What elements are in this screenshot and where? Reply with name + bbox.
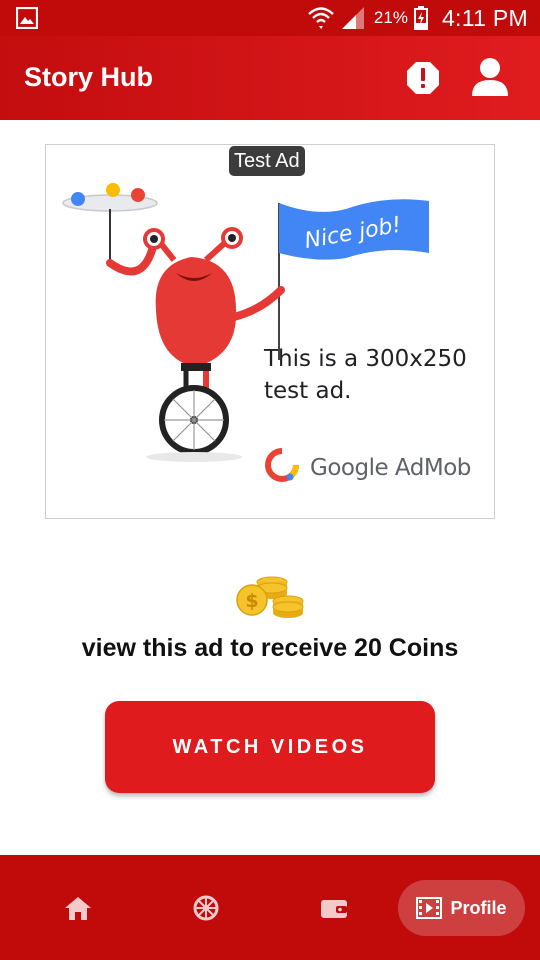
nav-profile-label: Profile (450, 897, 507, 918)
bottom-navigation: Profile (0, 855, 540, 960)
clock: 4:11 PM (441, 4, 528, 31)
ad-brand-name: Google AdMob (310, 455, 471, 481)
status-indicators: 21% 4:11 PM (308, 0, 528, 36)
nav-home[interactable] (40, 855, 116, 960)
test-ad-banner[interactable]: Nice job! Test Ad This is a 300x250 test… (45, 144, 495, 519)
coins-icon: $ (236, 576, 304, 618)
gallery-icon (16, 7, 38, 29)
nav-wallet[interactable] (296, 855, 372, 960)
signal-icon (341, 7, 364, 29)
nav-profile[interactable]: Profile (398, 880, 525, 936)
wifi-icon (308, 7, 334, 29)
film-icon (416, 897, 443, 919)
ad-body-text: This is a 300x250 test ad. (264, 346, 467, 404)
profile-icon[interactable] (470, 56, 510, 98)
spin-wheel-icon (193, 895, 219, 920)
test-ad-badge: Test Ad (229, 146, 305, 176)
report-icon[interactable] (405, 60, 441, 96)
reward-message: view this ad to receive 20 Coins (81, 634, 459, 662)
watch-videos-button[interactable]: WATCH VIDEOS (105, 701, 435, 793)
app-title: Story Hub (24, 62, 154, 92)
battery-percent: 21% (373, 8, 408, 27)
battery-charging-icon (413, 6, 428, 30)
app-bar: Story Hub (0, 36, 540, 120)
svg-text:$: $ (245, 590, 258, 612)
nav-spin[interactable] (168, 855, 244, 960)
admob-logo-icon (265, 448, 299, 482)
status-bar: 21% 4:11 PM (0, 0, 540, 36)
home-icon (65, 896, 91, 920)
wallet-icon (321, 899, 347, 918)
